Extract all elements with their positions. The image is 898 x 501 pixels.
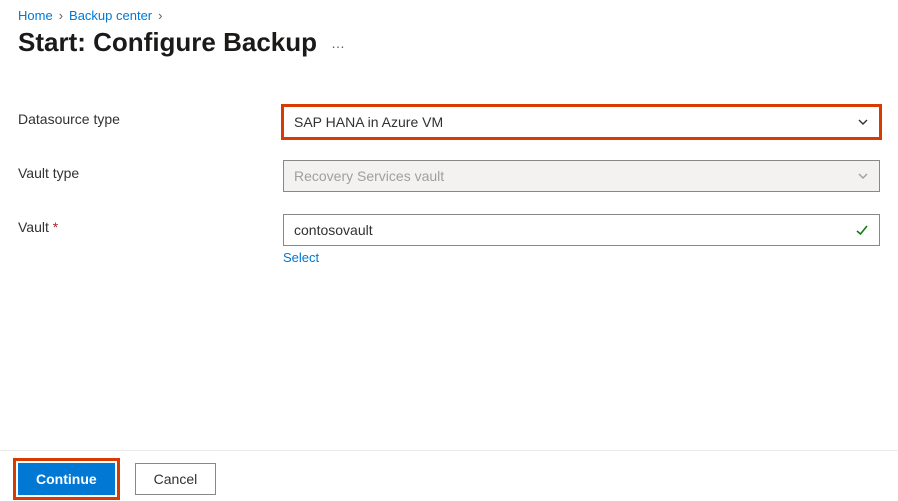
chevron-right-icon: ›: [158, 8, 162, 23]
cancel-button[interactable]: Cancel: [135, 463, 217, 495]
breadcrumb-home[interactable]: Home: [18, 8, 53, 23]
breadcrumb: Home › Backup center ›: [18, 8, 880, 23]
vault-label: Vault *: [18, 214, 283, 235]
vault-row: Vault * contosovault Select: [18, 214, 880, 265]
chevron-right-icon: ›: [59, 8, 63, 23]
footer-actions: Continue Cancel: [0, 450, 898, 501]
vault-select-link[interactable]: Select: [283, 250, 880, 265]
datasource-type-select[interactable]: SAP HANA in Azure VM: [283, 106, 880, 138]
page-title: Start: Configure Backup: [18, 27, 317, 58]
more-actions-icon[interactable]: …: [331, 35, 346, 51]
chevron-down-icon: [857, 170, 869, 182]
title-row: Start: Configure Backup …: [18, 27, 880, 58]
chevron-down-icon: [857, 116, 869, 128]
continue-button[interactable]: Continue: [18, 463, 115, 495]
datasource-type-row: Datasource type SAP HANA in Azure VM: [18, 106, 880, 138]
continue-highlight: Continue: [18, 463, 115, 495]
vault-type-value: Recovery Services vault: [294, 168, 444, 184]
vault-type-row: Vault type Recovery Services vault: [18, 160, 880, 192]
checkmark-icon: [855, 223, 869, 237]
datasource-type-value: SAP HANA in Azure VM: [294, 114, 443, 130]
vault-value: contosovault: [294, 222, 373, 238]
vault-type-label: Vault type: [18, 160, 283, 181]
required-indicator: *: [53, 219, 58, 235]
breadcrumb-backup-center[interactable]: Backup center: [69, 8, 152, 23]
datasource-type-label: Datasource type: [18, 106, 283, 127]
vault-input[interactable]: contosovault: [283, 214, 880, 246]
vault-type-select: Recovery Services vault: [283, 160, 880, 192]
